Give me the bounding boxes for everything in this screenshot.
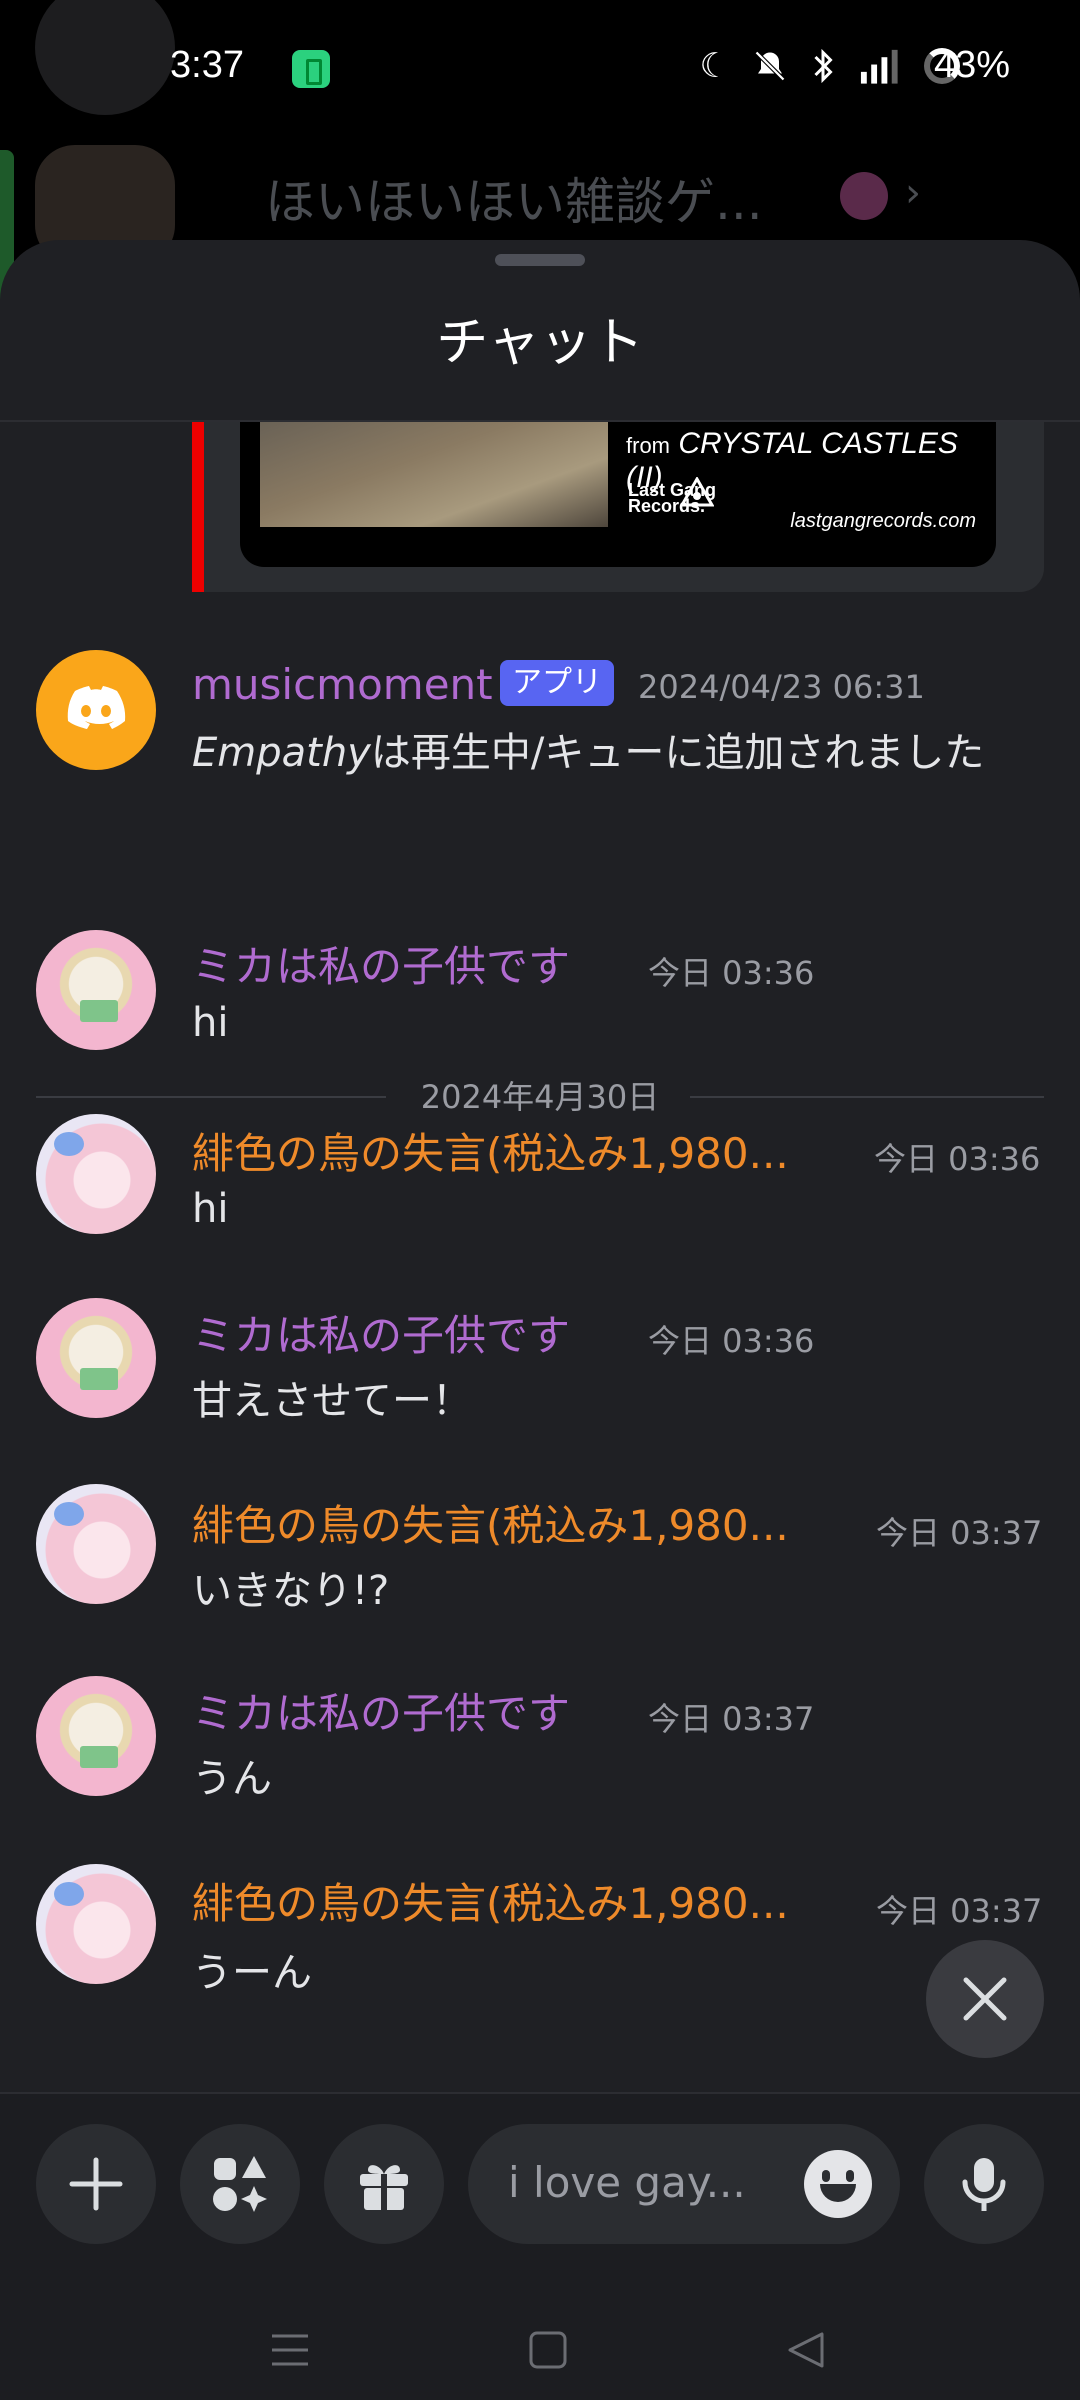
user-avatar[interactable] — [36, 1114, 156, 1234]
message-timestamp: 今日 03:36 — [648, 954, 815, 992]
message-username[interactable]: 緋色の鳥の失言(税込み1,980... — [192, 1120, 789, 1181]
close-button[interactable] — [926, 1940, 1044, 2058]
message-username[interactable]: ミカは私の子供です — [192, 1680, 570, 1741]
plus-icon — [69, 2157, 123, 2211]
chevron-right-icon: › — [905, 170, 921, 216]
user-avatar[interactable] — [36, 930, 156, 1050]
discord-logo-icon — [67, 686, 126, 729]
message-timestamp: 今日 03:36 — [648, 1322, 815, 1360]
user-avatar[interactable] — [36, 1676, 156, 1796]
charging-icon — [292, 50, 330, 88]
message-timestamp: 2024/04/23 06:31 — [638, 668, 925, 706]
app-badge: アプリ — [500, 660, 614, 706]
message-timestamp: 今日 03:37 — [648, 1700, 815, 1738]
gift-button[interactable] — [324, 2124, 444, 2244]
embed-accent-bar — [192, 422, 204, 592]
add-attachment-button[interactable] — [36, 2124, 156, 2244]
message-timestamp: 今日 03:37 — [876, 1514, 1043, 1552]
microphone-icon — [962, 2158, 1006, 2211]
status-bar: 3:37 ☾ 43% — [0, 0, 1080, 140]
sheet-title: チャット — [436, 313, 644, 373]
user-avatar[interactable] — [36, 1864, 156, 1984]
date-divider: 2024年4月30日 — [420, 1078, 660, 1116]
user-avatar[interactable] — [36, 1298, 156, 1418]
message-timestamp: 今日 03:36 — [874, 1140, 1041, 1178]
apps-icon — [213, 2156, 267, 2212]
message-content: うん — [192, 1756, 272, 1802]
battery-percent: 43% — [933, 44, 1010, 86]
close-icon — [963, 1977, 1007, 2021]
gift-icon — [360, 2165, 408, 2210]
chat-sheet: チャット from CRYSTAL CASTLES (II) Last Gang… — [0, 240, 1080, 2400]
status-icons: ☾ — [700, 46, 960, 86]
status-time: 3:37 — [170, 44, 244, 86]
message-username[interactable]: musicmoment — [192, 660, 493, 709]
message-content: うーん — [192, 1950, 312, 1996]
embed-url[interactable]: lastgangrecords.com — [790, 510, 976, 533]
message-input[interactable]: i love gay... — [468, 2124, 900, 2244]
server-icon[interactable] — [35, 0, 175, 115]
home-icon[interactable] — [528, 2330, 568, 2370]
message-input-text[interactable]: i love gay... — [508, 2158, 746, 2207]
system-nav-bar — [0, 2254, 1080, 2400]
channel-title[interactable]: ほいほいほい雑談ゲ... — [265, 162, 763, 234]
embed-media[interactable]: from CRYSTAL CASTLES (II) Last Gang Reco… — [240, 422, 996, 567]
bluetooth-icon — [814, 48, 833, 84]
discord-avatar[interactable] — [36, 650, 156, 770]
label-triangle-icon — [680, 477, 714, 507]
drag-handle[interactable] — [495, 254, 585, 266]
message-content: いきなり!? — [192, 1568, 390, 1614]
message-username[interactable]: 緋色の鳥の失言(税込み1,980... — [192, 1492, 789, 1553]
apps-button[interactable] — [180, 2124, 300, 2244]
moon-icon: ☾ — [699, 46, 730, 86]
bell-off-icon — [754, 50, 786, 82]
message-username[interactable]: 緋色の鳥の失言(税込み1,980... — [192, 1870, 789, 1931]
signal-4g-icon — [860, 49, 898, 84]
message-timestamp: 今日 03:37 — [876, 1892, 1043, 1930]
emoji-button[interactable] — [804, 2150, 872, 2218]
message-content: hi — [192, 1186, 229, 1232]
message-username[interactable]: ミカは私の子供です — [192, 1302, 570, 1363]
track-name: Empathy — [192, 730, 371, 776]
message-content: Empathyは再生中/キューに追加されました — [192, 730, 985, 776]
message-username[interactable]: ミカは私の子供です — [192, 933, 570, 994]
album-photo — [260, 422, 608, 527]
voice-message-button[interactable] — [924, 2124, 1044, 2244]
message-content: 甘えさせてー！ — [192, 1378, 472, 1424]
user-avatar[interactable] — [36, 1484, 156, 1604]
message-content: hi — [192, 1000, 229, 1046]
recent-apps-icon[interactable] — [270, 2330, 310, 2370]
back-icon[interactable] — [786, 2330, 826, 2370]
server-badge-icon — [840, 172, 888, 220]
